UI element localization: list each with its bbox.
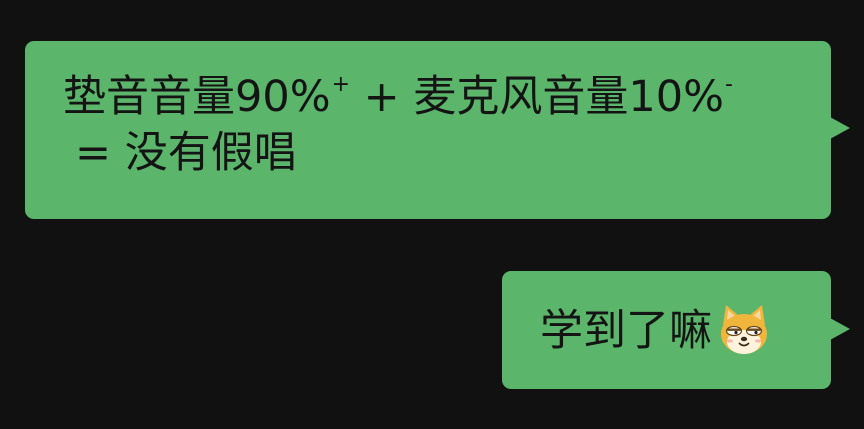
message-bubble-2[interactable]: 学到了嘛 (502, 271, 850, 389)
superscript-plus: + (331, 72, 351, 97)
bubble-tail (830, 318, 850, 340)
message-text-part: + 麦克风音量10% (350, 72, 724, 122)
message-bubble-1[interactable]: 垫音音量90%+ + 麦克风音量10%- = 没有假唱 (25, 41, 850, 219)
message-text-part: 垫音音量90% (63, 72, 331, 122)
chat-area: 垫音音量90%+ + 麦克风音量10%- = 没有假唱 学到了嘛 (0, 0, 864, 429)
message-text: 学到了嘛 (540, 306, 712, 356)
doge-emoji-icon (715, 301, 773, 359)
message-text-line-1: 垫音音量90%+ + 麦克风音量10%- (63, 69, 801, 125)
message-text-line-2: = 没有假唱 (75, 128, 297, 178)
bubble-tail (830, 117, 850, 139)
superscript-minus: - (724, 72, 733, 97)
